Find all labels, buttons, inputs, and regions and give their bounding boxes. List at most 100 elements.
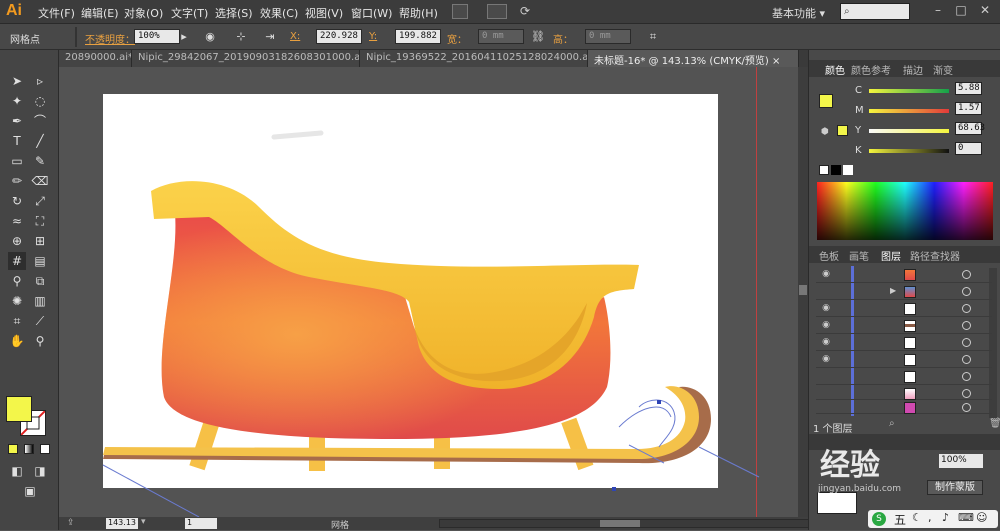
line-tool-icon[interactable]: ╱ [31, 132, 49, 150]
menu-object[interactable]: 对象(O) [124, 5, 163, 21]
black-swatch[interactable] [831, 165, 841, 175]
chevron-right-icon[interactable]: ▸ [180, 29, 188, 45]
tab-brushes[interactable]: 画笔 [849, 248, 869, 263]
rectangle-tool-icon[interactable]: ▭ [8, 152, 26, 170]
moon-icon[interactable]: ☾ [912, 511, 922, 524]
screen-mode-icon[interactable]: ▣ [18, 482, 42, 500]
target-icon[interactable] [962, 372, 971, 381]
make-mask-button[interactable]: 制作蒙版 [927, 480, 983, 495]
layer-row[interactable] [816, 369, 992, 385]
expand-arrow-icon[interactable]: ▶ [890, 286, 896, 295]
channel-k-slider[interactable] [869, 149, 949, 153]
none-swatch[interactable] [819, 165, 829, 175]
width-field[interactable]: 0 mm [478, 29, 524, 44]
eye-icon[interactable]: ◉ [819, 269, 833, 281]
column-graph-tool-icon[interactable]: ▥ [31, 292, 49, 310]
tab-doc-1[interactable]: 20890000.ai* × [59, 50, 132, 67]
y-label[interactable]: Y: [369, 31, 377, 42]
menu-window[interactable]: 窗口(W) [351, 5, 392, 21]
layer-row[interactable]: ◉ [816, 318, 992, 334]
keyboard-icon[interactable]: ⌨ [958, 511, 974, 524]
channel-c-field[interactable]: 5.88 [955, 82, 982, 95]
export-icon[interactable]: ⇪ [67, 518, 75, 528]
gradient-mode-button[interactable] [24, 444, 34, 454]
tab-doc-active[interactable]: 未标题-16* @ 143.13% (CMYK/预览) × [588, 50, 799, 67]
curvature-tool-icon[interactable]: ⌒ [31, 112, 49, 130]
height-label[interactable]: 高： [553, 31, 573, 46]
symbol-sprayer-tool-icon[interactable]: ✺ [8, 292, 26, 310]
none-mode-button[interactable] [40, 444, 50, 454]
layer-row[interactable] [816, 400, 992, 414]
y-field[interactable]: 199.882 [395, 29, 441, 44]
tab-color-guide[interactable]: 颜色参考 [851, 62, 891, 77]
tab-stroke[interactable]: 描边 [903, 62, 923, 77]
tab-pathfinder[interactable]: 路径查找器 [910, 248, 960, 263]
layer-row[interactable]: ◉ [816, 352, 992, 368]
eye-icon[interactable]: ◉ [819, 303, 833, 315]
sleigh-artwork[interactable] [59, 67, 808, 517]
channel-m-slider[interactable] [869, 109, 949, 113]
type-tool-icon[interactable]: T [8, 132, 26, 150]
zoom-dropdown-icon[interactable]: ▾ [141, 517, 146, 527]
menu-select[interactable]: 选择(S) [215, 5, 253, 21]
tab-layers[interactable]: 图层 [881, 248, 901, 263]
paintbrush-tool-icon[interactable]: ✎ [31, 152, 49, 170]
ime-mode-label[interactable]: 五 [894, 511, 906, 528]
locate-object-icon[interactable]: ⌕ [889, 418, 895, 429]
search-input[interactable]: ⌕ [840, 3, 910, 20]
recolor-icon[interactable]: ◉ [202, 29, 218, 45]
width-label[interactable]: 宽： [447, 31, 467, 46]
arrange-documents-icon[interactable] [487, 4, 507, 19]
x-field[interactable]: 220.928 [316, 29, 362, 44]
layer-row[interactable]: ▶ [816, 284, 992, 300]
fill-color-swatch-front[interactable] [6, 396, 32, 422]
layer-row[interactable] [816, 386, 992, 400]
blend-tool-icon[interactable]: ⧉ [31, 272, 49, 290]
maximize-button[interactable]: □ [953, 3, 969, 19]
direct-selection-tool-icon[interactable]: ▹ [31, 72, 49, 90]
color-mode-button[interactable] [8, 444, 18, 454]
layer-row[interactable]: ◉ [816, 335, 992, 351]
rotate-tool-icon[interactable]: ↻ [8, 192, 26, 210]
eraser-tool-icon[interactable]: ⌫ [31, 172, 49, 190]
draw-mode-icon[interactable]: ◧ [8, 462, 26, 480]
channel-y-slider[interactable] [869, 129, 949, 133]
selection-tool-icon[interactable]: ➤ [8, 72, 26, 90]
eyedropper-tool-icon[interactable]: ⚲ [8, 272, 26, 290]
menu-help[interactable]: 帮助(H) [399, 5, 438, 21]
target-icon[interactable] [962, 403, 971, 412]
sync-icon[interactable]: ⟳ [520, 4, 530, 18]
zoom-field[interactable]: 143.13 [106, 518, 138, 529]
close-icon[interactable]: × [772, 56, 780, 67]
menu-view[interactable]: 视图(V) [305, 5, 343, 21]
target-icon[interactable] [962, 304, 971, 313]
delete-layer-icon[interactable]: 🗑 [989, 418, 1000, 429]
scrollbar-thumb[interactable] [799, 285, 807, 295]
menu-effect[interactable]: 效果(C) [260, 5, 298, 21]
pencil-tool-icon[interactable]: ✏ [8, 172, 26, 190]
x-label[interactable]: X: [290, 31, 300, 42]
target-icon[interactable] [962, 270, 971, 279]
isolate-icon[interactable]: ⌗ [645, 29, 661, 45]
mesh-tool-icon[interactable]: # [8, 252, 26, 270]
white-swatch[interactable] [843, 165, 853, 175]
pen-tool-icon[interactable]: ✒ [8, 112, 26, 130]
horizontal-scrollbar[interactable] [439, 519, 809, 528]
layer-row[interactable]: ◉ [816, 267, 992, 283]
gradient-tool-icon[interactable]: ▤ [31, 252, 49, 270]
align-icon[interactable]: ⇥ [262, 29, 278, 45]
channel-m-field[interactable]: 1.57 [955, 102, 982, 115]
scrollbar-thumb[interactable] [600, 520, 640, 527]
opacity-field[interactable]: 100% [134, 29, 180, 44]
punctuation-icon[interactable]: , [928, 511, 932, 524]
artboard-tool-icon[interactable]: ⌗ [8, 312, 26, 330]
tab-doc-3[interactable]: Nipic_19369522_20160411025128024000.ai* … [360, 50, 588, 67]
shape-builder-tool-icon[interactable]: ⊕ [8, 232, 26, 250]
width-tool-icon[interactable]: ≈ [8, 212, 26, 230]
opacity-label[interactable]: 不透明度： [85, 31, 135, 46]
tab-color[interactable]: 颜色 [825, 62, 845, 77]
layer-row[interactable]: ◉ [816, 301, 992, 317]
tab-swatches[interactable]: 色板 [819, 248, 839, 263]
minimize-button[interactable]: – [930, 3, 946, 19]
magic-wand-tool-icon[interactable]: ✦ [8, 92, 26, 110]
